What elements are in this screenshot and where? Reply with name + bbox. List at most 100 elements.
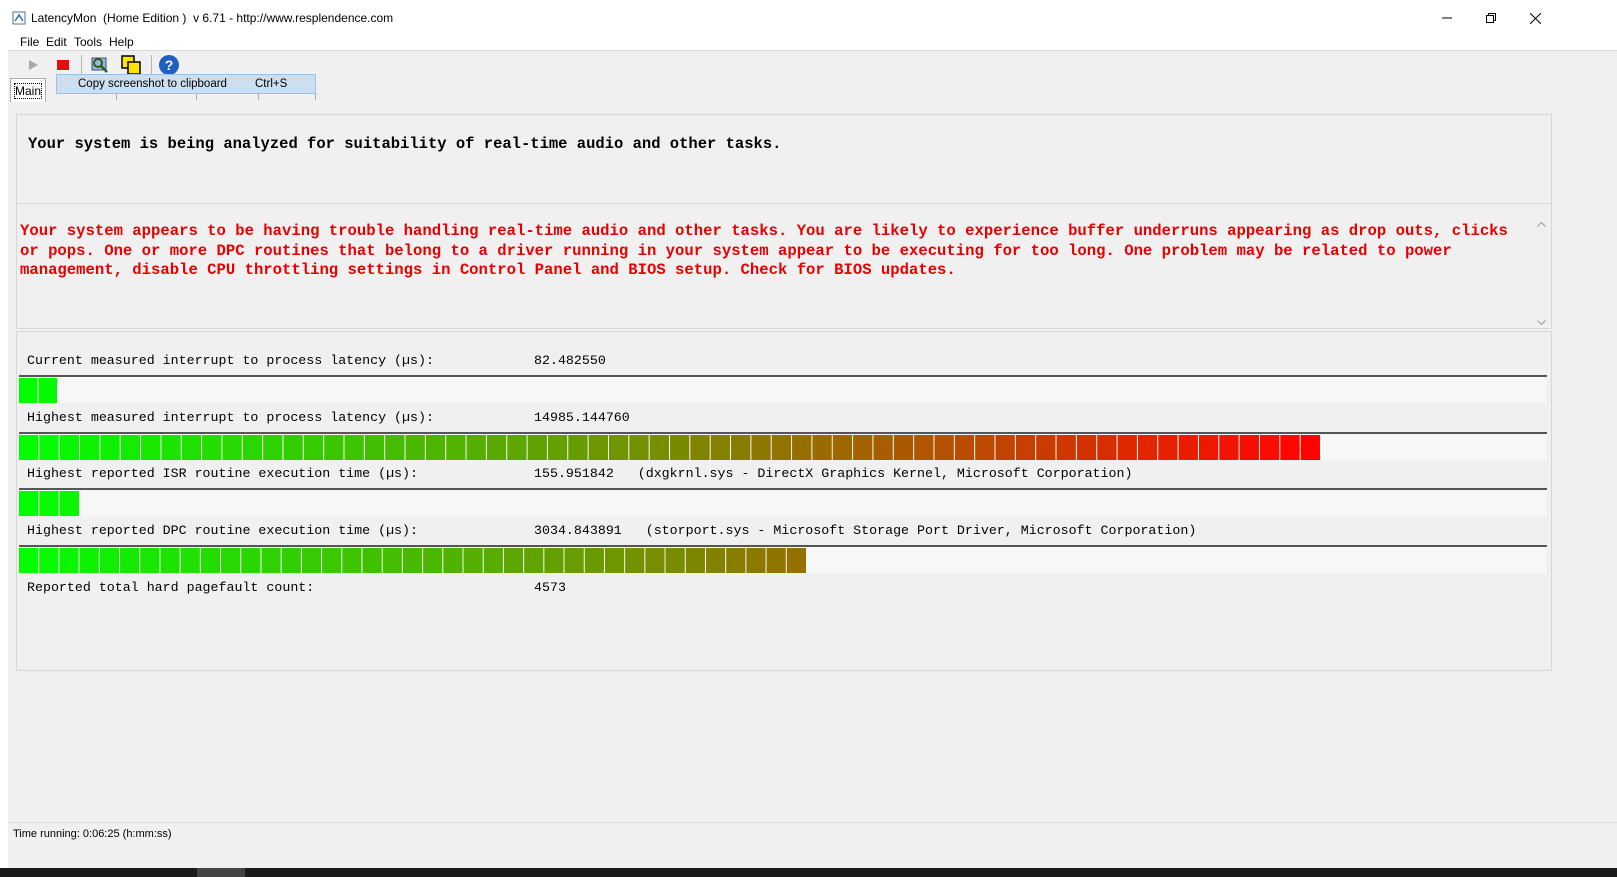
title-bar: LatencyMon (Home Edition ) v 6.71 - http… <box>8 0 1617 34</box>
bar-segment <box>405 435 425 460</box>
metric-label: Highest reported ISR routine execution t… <box>27 466 418 481</box>
metrics-panel: Current measured interrupt to process la… <box>16 331 1552 671</box>
bar-segment <box>645 548 665 573</box>
bar-segment <box>221 548 241 573</box>
bar-segment <box>181 435 202 460</box>
bar-segment <box>629 435 649 460</box>
bar-segment <box>766 548 786 573</box>
menu-file[interactable]: File <box>20 34 39 50</box>
latency-bar-track <box>19 432 1547 460</box>
latency-bar-track <box>19 488 1547 516</box>
scroll-up-icon[interactable] <box>1537 221 1546 227</box>
bar-segment <box>665 548 685 573</box>
bar-segment <box>786 548 806 573</box>
bar-segment <box>39 491 59 516</box>
bar-segment <box>364 435 385 460</box>
bar-segment <box>79 548 99 573</box>
metric-value: 3034.843891 (storport.sys - Microsoft St… <box>534 523 1197 538</box>
menu-tools[interactable]: Tools <box>74 34 102 50</box>
bar-segment <box>263 435 283 460</box>
tooltip-shortcut: Ctrl+S <box>255 78 288 90</box>
bar-segment <box>649 435 669 460</box>
bar-segment <box>241 548 261 573</box>
bar-segment <box>1259 435 1280 460</box>
bar-segment <box>608 435 629 460</box>
start-button[interactable] <box>21 53 45 77</box>
bar-segment <box>751 435 771 460</box>
bar-segment <box>568 435 588 460</box>
latencymon-window: LatencyMon (Home Edition ) v 6.71 - http… <box>8 0 1617 868</box>
bar-segment <box>59 435 80 460</box>
menu-help[interactable]: Help <box>109 34 134 50</box>
bar-segment <box>59 491 79 516</box>
bar-segment <box>19 491 39 516</box>
bar-segment <box>584 548 604 573</box>
taskbar-item[interactable] <box>197 868 245 877</box>
latency-bar <box>19 435 1320 460</box>
driver-search-icon <box>91 57 108 73</box>
bar-segment <box>604 548 625 573</box>
bar-segment <box>934 435 954 460</box>
minimize-icon <box>1442 17 1452 19</box>
bar-segment <box>261 548 281 573</box>
bar-segment <box>141 435 161 460</box>
metric-value: 82.482550 <box>534 353 606 368</box>
bar-segment <box>1280 435 1300 460</box>
window-title: LatencyMon (Home Edition ) v 6.71 - http… <box>31 11 394 25</box>
bar-segment <box>1056 435 1076 460</box>
latency-bar-track <box>19 545 1547 573</box>
bar-segment <box>705 548 726 573</box>
stop-icon <box>57 60 69 70</box>
close-button[interactable] <box>1512 4 1558 32</box>
bar-segment <box>281 548 301 573</box>
restore-button[interactable] <box>1468 4 1514 32</box>
toolbar-tooltip: Copy screenshot to clipboard Ctrl+S <box>56 74 316 94</box>
latency-bar <box>19 378 57 403</box>
bar-segment <box>446 435 466 460</box>
bar-segment <box>1198 435 1219 460</box>
copy-window-icon <box>121 55 141 75</box>
bar-segment <box>39 435 59 460</box>
bar-segment <box>1117 435 1137 460</box>
bar-segment <box>120 548 140 573</box>
tooltip-label: Copy screenshot to clipboard <box>78 78 227 90</box>
bar-segment <box>547 435 568 460</box>
bar-segment <box>402 548 423 573</box>
bar-segment <box>853 435 873 460</box>
bar-segment <box>812 435 832 460</box>
bar-segment <box>19 435 39 460</box>
bar-segment <box>710 435 731 460</box>
bar-segment <box>588 435 608 460</box>
bar-segment <box>19 378 38 403</box>
metric-value: 155.951842 (dxgkrnl.sys - DirectX Graphi… <box>534 466 1133 481</box>
bar-segment <box>544 548 564 573</box>
menu-edit[interactable]: Edit <box>46 34 67 50</box>
tab-main[interactable]: Main <box>10 78 47 102</box>
toolbar-separator <box>81 55 82 75</box>
metric-label: Highest reported DPC routine execution t… <box>27 523 418 538</box>
bar-segment <box>792 435 812 460</box>
bar-segment <box>914 435 934 460</box>
app-icon <box>12 11 26 25</box>
verdict-text: Your system appears to be having trouble… <box>20 222 1518 279</box>
bar-segment <box>507 435 527 460</box>
bar-segment <box>771 435 792 460</box>
bar-segment <box>344 435 364 460</box>
bar-segment <box>301 548 322 573</box>
bar-segment <box>1076 435 1097 460</box>
bar-segment <box>99 548 120 573</box>
bar-segment <box>200 548 221 573</box>
bar-segment <box>1097 435 1117 460</box>
taskbar <box>0 868 1617 877</box>
latency-bar <box>19 548 806 573</box>
bar-segment <box>466 435 486 460</box>
bar-segment <box>975 435 995 460</box>
minimize-button[interactable] <box>1424 4 1470 32</box>
bar-segment <box>303 435 324 460</box>
bar-segment <box>463 548 483 573</box>
metric-value: 14985.144760 <box>534 410 630 425</box>
bar-segment <box>670 435 690 460</box>
analysis-headline: Your system is being analyzed for suitab… <box>28 135 782 153</box>
bar-segment <box>746 548 766 573</box>
scroll-down-icon[interactable] <box>1537 320 1546 326</box>
